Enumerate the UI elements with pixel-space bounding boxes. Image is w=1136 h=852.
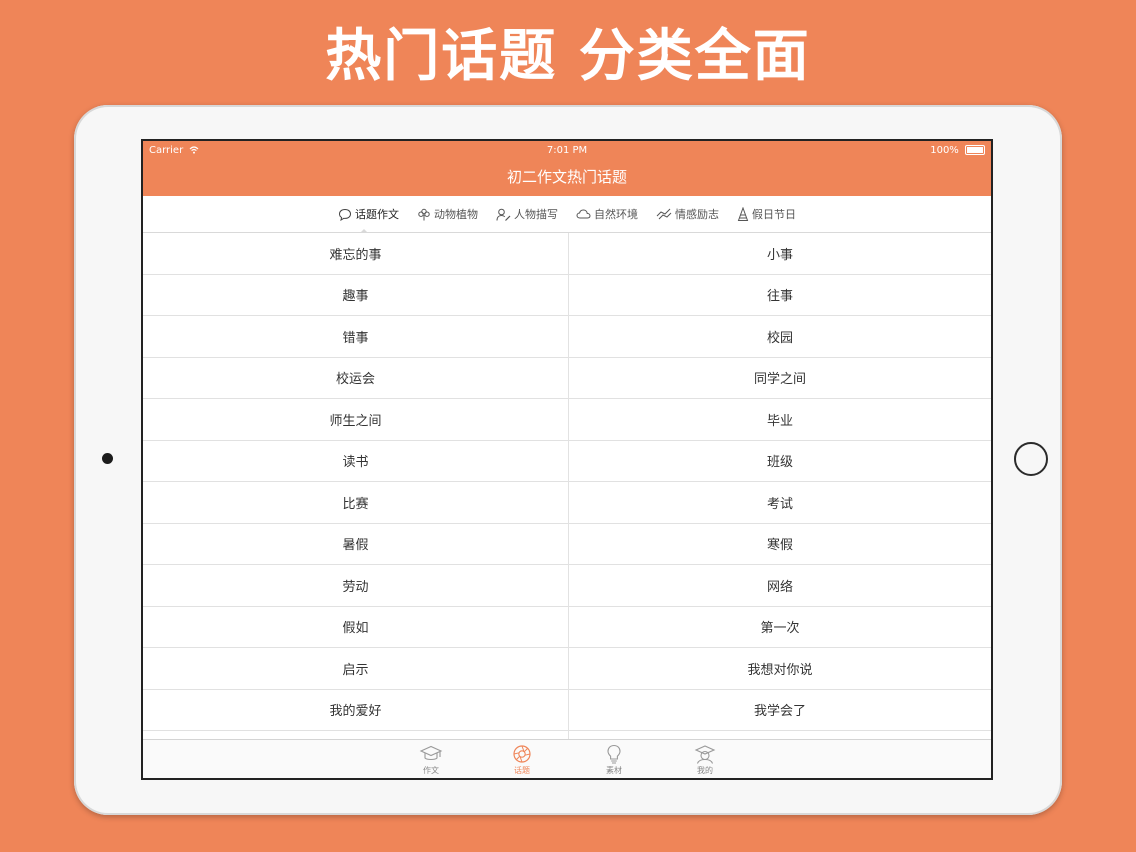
topic-label: 毕业 bbox=[766, 413, 793, 429]
topic-label: 班级 bbox=[766, 455, 793, 471]
segment-nature-environment[interactable]: 自然环境 bbox=[576, 196, 638, 232]
list-item[interactable]: 假如 bbox=[143, 607, 568, 648]
tab-topics[interactable]: 话题 bbox=[492, 740, 552, 778]
tab-essay[interactable]: 作文 bbox=[401, 740, 461, 778]
topic-label: 假如 bbox=[342, 621, 369, 637]
segment-holidays-festivals[interactable]: 假日节日 bbox=[737, 196, 796, 232]
list-item[interactable]: 我想对你说 bbox=[569, 648, 991, 690]
list-item[interactable]: 错事 bbox=[143, 316, 568, 358]
person-pen-icon bbox=[496, 208, 511, 221]
party-hat-icon bbox=[737, 206, 749, 221]
topic-label: 错事 bbox=[342, 330, 369, 346]
tab-label: 我的 bbox=[697, 766, 713, 775]
cloud-icon bbox=[576, 209, 591, 219]
segment-emotion-inspiration[interactable]: 情感励志 bbox=[656, 196, 719, 232]
list-item[interactable]: 寒假 bbox=[569, 524, 991, 565]
status-battery: 100% bbox=[930, 141, 985, 161]
list-item[interactable]: 师生之间 bbox=[143, 399, 568, 441]
promo-headline: 热门话题 分类全面 bbox=[325, 24, 811, 89]
tab-label: 作文 bbox=[423, 766, 439, 775]
topic-label: 同学之间 bbox=[753, 372, 806, 388]
battery-icon bbox=[965, 145, 985, 155]
topic-label: 难忘的事 bbox=[329, 247, 382, 263]
topic-label: 往事 bbox=[766, 289, 793, 305]
lightbulb-icon bbox=[607, 744, 621, 764]
topic-label: 小事 bbox=[766, 247, 793, 263]
list-item[interactable]: 我学会了 bbox=[569, 690, 991, 731]
topic-label: 劳动 bbox=[342, 579, 369, 595]
battery-percent: 100% bbox=[930, 145, 959, 156]
status-bar: Carrier 7:01 PM 100% bbox=[143, 141, 991, 161]
list-item[interactable]: 第一次 bbox=[569, 607, 991, 648]
topic-label: 启示 bbox=[342, 662, 369, 678]
topic-label: 暑假 bbox=[342, 538, 369, 554]
list-item[interactable]: 班级 bbox=[569, 441, 991, 482]
list-item[interactable]: 趣事 bbox=[143, 275, 568, 316]
topic-label: 我想对你说 bbox=[747, 662, 813, 678]
graduation-cap-icon bbox=[419, 745, 443, 761]
tab-label: 话题 bbox=[514, 766, 530, 775]
list-item[interactable]: 比赛 bbox=[143, 482, 568, 524]
topic-label: 第一次 bbox=[760, 621, 800, 637]
topic-label: 师生之间 bbox=[329, 413, 382, 429]
topic-label: 考试 bbox=[766, 496, 793, 512]
list-item[interactable]: 劳动 bbox=[143, 565, 568, 607]
topic-list: 难忘的事 小事 趣事 往事 错事 校园 校运会 同学之间 师生之间 毕业 读书 … bbox=[143, 233, 991, 739]
home-button[interactable] bbox=[1014, 442, 1048, 476]
flower-icon bbox=[418, 208, 430, 220]
list-item[interactable]: 网络 bbox=[569, 565, 991, 607]
list-item[interactable]: 启示 bbox=[143, 648, 568, 690]
list-item[interactable]: 同学之间 bbox=[569, 358, 991, 399]
nav-bar: Carrier 7:01 PM 100% 初二作文热门话题 bbox=[143, 141, 991, 196]
speech-bubble-icon bbox=[338, 208, 352, 221]
topic-label: 寒假 bbox=[766, 538, 793, 554]
list-item[interactable]: 往事 bbox=[569, 275, 991, 316]
tab-materials[interactable]: 素材 bbox=[584, 740, 644, 778]
topic-label: 校园 bbox=[766, 330, 793, 346]
segment-label: 自然环境 bbox=[594, 208, 638, 221]
topic-label: 读书 bbox=[342, 455, 369, 471]
segment-label: 人物描写 bbox=[514, 208, 558, 221]
topic-label: 网络 bbox=[766, 579, 793, 595]
list-item[interactable]: 小事 bbox=[569, 233, 991, 275]
list-item[interactable]: 读书 bbox=[143, 441, 568, 482]
segment-label: 话题作文 bbox=[355, 208, 399, 221]
hands-icon bbox=[656, 208, 672, 220]
segment-label: 动物植物 bbox=[434, 208, 478, 221]
list-item[interactable]: 毕业 bbox=[569, 399, 991, 441]
segment-animals-plants[interactable]: 动物植物 bbox=[417, 196, 478, 232]
page-title: 初二作文热门话题 bbox=[506, 168, 627, 186]
user-cap-icon bbox=[694, 745, 716, 764]
list-item[interactable]: 校运会 bbox=[143, 358, 568, 399]
list-item[interactable]: 校园 bbox=[569, 316, 991, 358]
segment-topic-essay[interactable]: 话题作文 bbox=[338, 196, 399, 233]
topic-label: 校运会 bbox=[335, 372, 375, 388]
tab-bar: 作文 话题 素材 我的 bbox=[143, 739, 991, 778]
topic-label: 我学会了 bbox=[753, 704, 806, 720]
aperture-icon bbox=[513, 745, 531, 763]
segment-label: 假日节日 bbox=[752, 208, 796, 221]
topic-label: 比赛 bbox=[342, 496, 369, 512]
front-camera bbox=[102, 453, 113, 464]
list-item[interactable]: 我的爱好 bbox=[143, 690, 568, 731]
status-time: 7:01 PM bbox=[546, 145, 588, 156]
topic-label: 趣事 bbox=[342, 289, 369, 305]
list-item[interactable]: 考试 bbox=[569, 482, 991, 524]
segment-label: 情感励志 bbox=[675, 208, 719, 221]
segment-character-description[interactable]: 人物描写 bbox=[496, 196, 558, 232]
topic-label: 我的爱好 bbox=[329, 704, 382, 720]
app-screen: Carrier 7:01 PM 100% 初二作文热门话题 话题作文 动物植物 … bbox=[141, 139, 993, 780]
tab-mine[interactable]: 我的 bbox=[675, 740, 735, 778]
list-item[interactable]: 难忘的事 bbox=[143, 233, 568, 275]
list-item[interactable]: 暑假 bbox=[143, 524, 568, 565]
tab-label: 素材 bbox=[606, 766, 622, 775]
category-segments: 话题作文 动物植物 人物描写 自然环境 情感励志 假日节日 bbox=[143, 196, 991, 233]
